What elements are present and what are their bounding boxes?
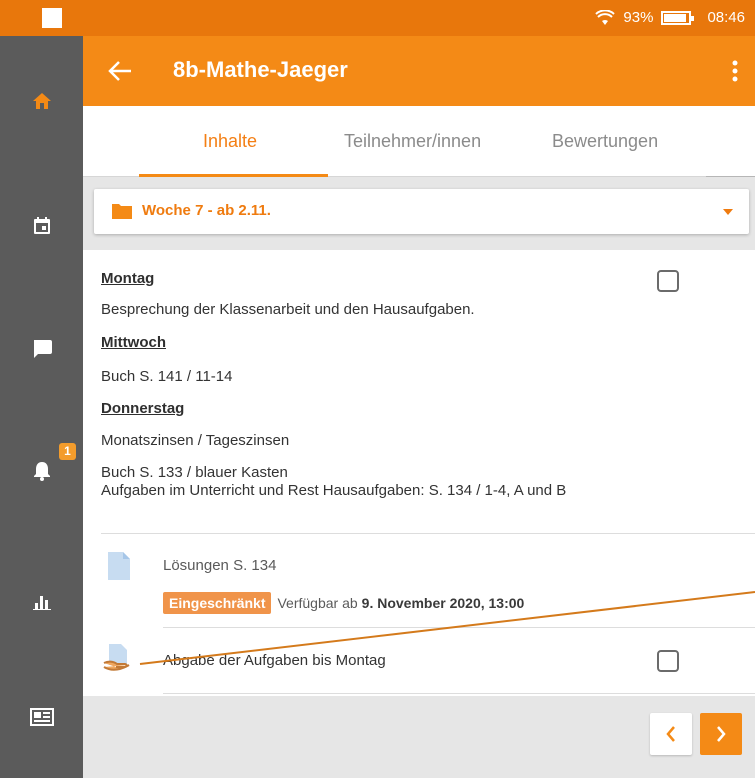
text-mittwoch: Buch S. 141 / 11-14 bbox=[101, 368, 233, 385]
restriction-info: Eingeschränkt Verfügbar ab 9. November 2… bbox=[163, 592, 524, 614]
separator bbox=[101, 533, 755, 534]
chat-icon bbox=[33, 340, 52, 358]
sidebar-item-home[interactable] bbox=[0, 81, 83, 121]
notification-count-badge: 1 bbox=[59, 443, 76, 460]
wifi-icon bbox=[595, 9, 616, 25]
availability-prefix: Verfügbar ab bbox=[277, 595, 358, 611]
chevron-left-icon bbox=[666, 726, 675, 742]
stats-icon bbox=[32, 596, 51, 610]
heading-mittwoch: Mittwoch bbox=[101, 334, 166, 351]
sidebar-item-calendar[interactable] bbox=[0, 206, 83, 246]
assignment-title[interactable]: Abgabe der Aufgaben bis Montag bbox=[163, 652, 386, 670]
sidebar-item-news[interactable] bbox=[0, 697, 83, 737]
bell-icon bbox=[33, 462, 50, 481]
heading-montag: Montag bbox=[101, 270, 155, 287]
text-donnerstag-2: Buch S. 133 / blauer Kasten bbox=[101, 464, 288, 481]
previous-page-button[interactable] bbox=[650, 713, 692, 755]
tab-inhalte[interactable]: Inhalte bbox=[203, 131, 257, 152]
status-bar: 93% 08:46 bbox=[0, 0, 755, 36]
section-label: Woche 7 - ab 2.11. bbox=[142, 202, 271, 219]
sidebar-item-grades[interactable] bbox=[0, 582, 83, 622]
text-donnerstag-3: Aufgaben im Unterricht und Rest Hausaufg… bbox=[101, 482, 567, 499]
more-options-icon[interactable] bbox=[731, 59, 739, 83]
status-indicators: 93% 08:46 bbox=[595, 9, 745, 26]
section-dropdown[interactable]: Woche 7 - ab 2.11. bbox=[94, 189, 749, 234]
availability-date: 9. November 2020, 13:00 bbox=[361, 595, 525, 611]
separator bbox=[163, 693, 755, 694]
course-title: 8b-Mathe-Jaeger bbox=[173, 57, 348, 82]
resource-title[interactable]: Lösungen S. 134 bbox=[163, 557, 276, 575]
next-page-button[interactable] bbox=[700, 713, 742, 755]
text-donnerstag-1: Monatszinsen / Tageszinsen bbox=[101, 432, 290, 449]
tab-divider-right bbox=[706, 176, 755, 177]
battery-percent: 93% bbox=[623, 9, 654, 26]
notification-square-icon bbox=[42, 8, 62, 28]
battery-icon bbox=[661, 10, 695, 25]
chevron-right-icon bbox=[717, 726, 726, 742]
file-icon bbox=[108, 552, 130, 580]
restricted-badge: Eingeschränkt bbox=[163, 592, 272, 614]
completion-checkbox[interactable] bbox=[657, 270, 679, 292]
completion-checkbox[interactable] bbox=[657, 650, 679, 672]
back-arrow-icon[interactable] bbox=[107, 59, 133, 83]
calendar-icon bbox=[33, 217, 50, 234]
folder-icon bbox=[112, 204, 132, 219]
heading-donnerstag: Donnerstag bbox=[101, 400, 185, 417]
tab-bar: Inhalte Teilnehmer/innen Bewertungen bbox=[83, 106, 755, 177]
sidebar-item-messages[interactable] bbox=[0, 329, 83, 369]
clock: 08:46 bbox=[707, 9, 745, 26]
active-tab-indicator bbox=[139, 174, 328, 177]
assignment-hand-icon bbox=[103, 644, 130, 671]
home-icon bbox=[32, 93, 51, 109]
tab-bewertungen[interactable]: Bewertungen bbox=[552, 131, 658, 152]
section-content: Montag Besprechung der Klassenarbeit und… bbox=[83, 250, 755, 696]
news-icon bbox=[29, 708, 54, 726]
sidebar-item-notifications[interactable]: 1 bbox=[0, 443, 83, 491]
separator bbox=[163, 627, 755, 628]
sidebar: 1 bbox=[0, 36, 83, 778]
pagination-bar bbox=[83, 696, 755, 778]
app-bar: 8b-Mathe-Jaeger bbox=[83, 36, 755, 106]
chevron-down-icon bbox=[723, 209, 733, 215]
tab-teilnehmer[interactable]: Teilnehmer/innen bbox=[344, 131, 481, 152]
text-montag: Besprechung der Klassenarbeit und den Ha… bbox=[101, 301, 475, 318]
